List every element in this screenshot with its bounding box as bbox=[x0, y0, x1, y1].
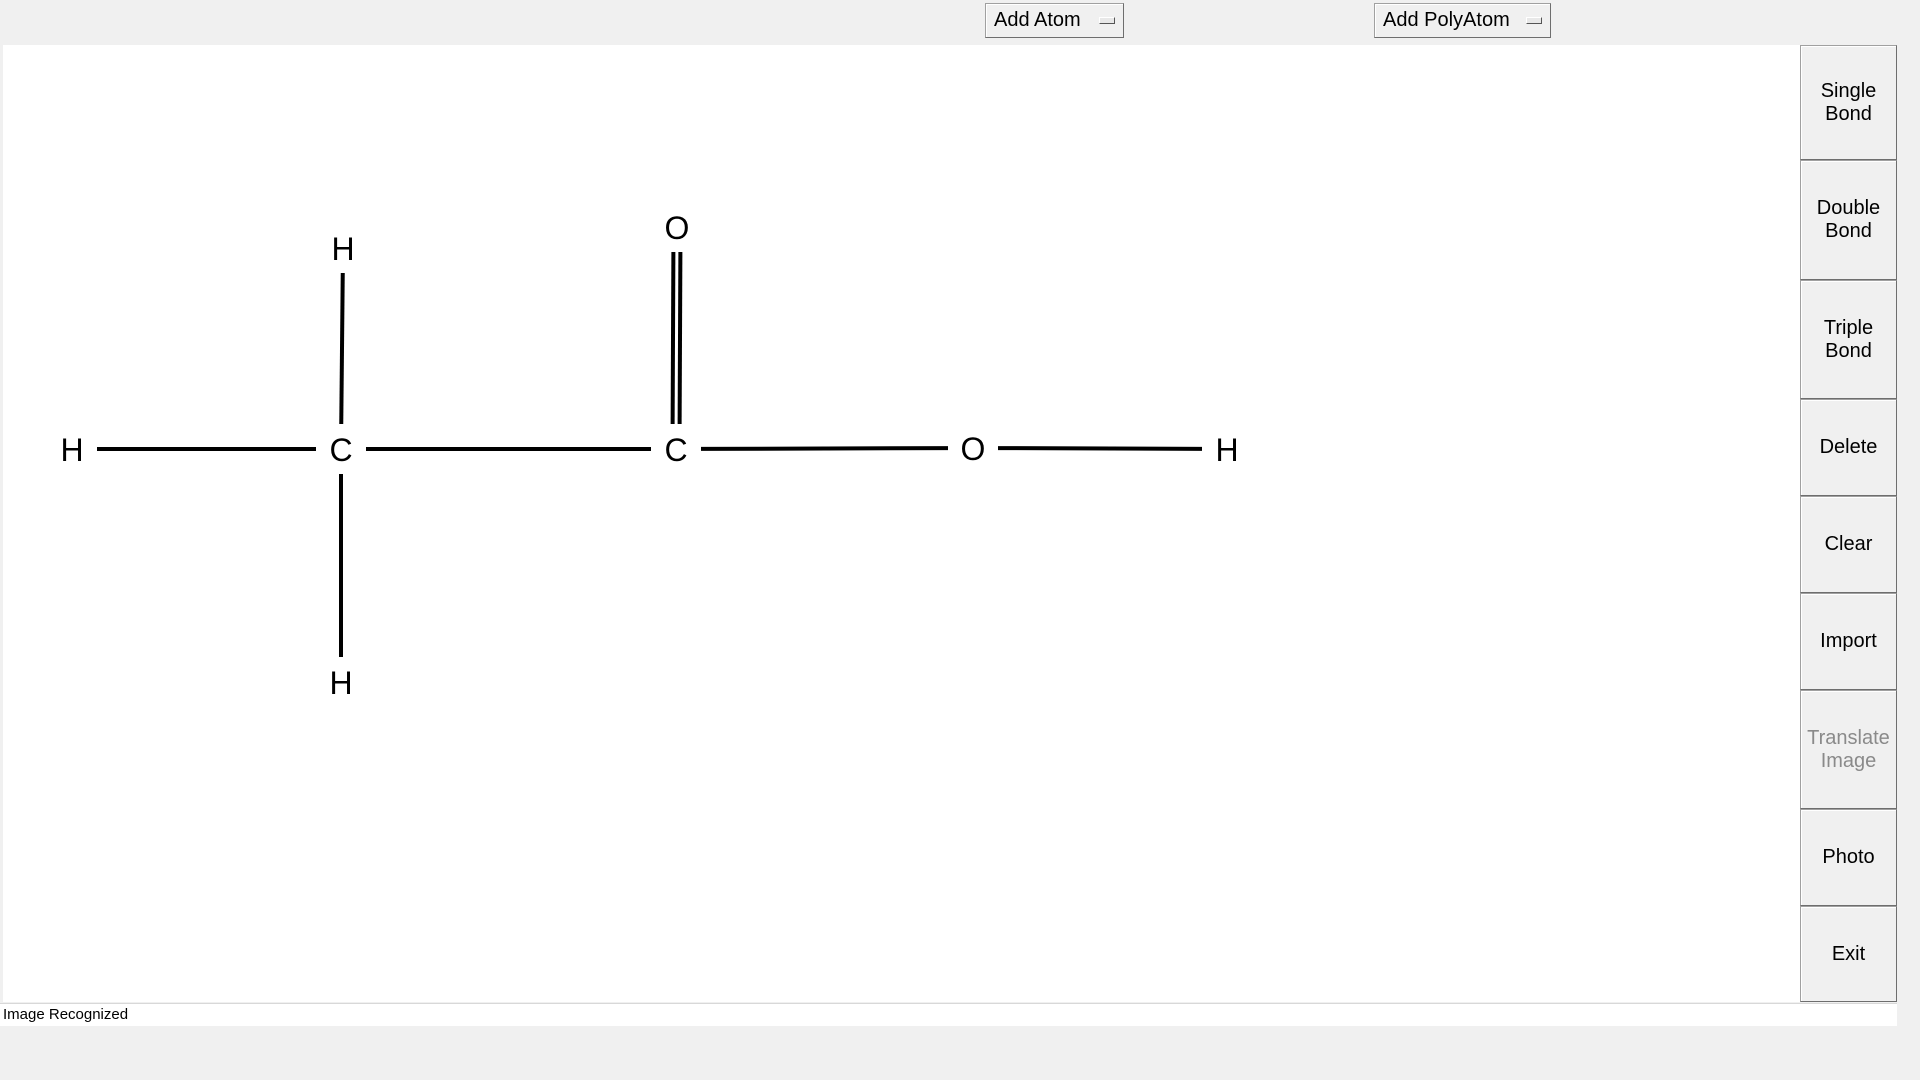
bond-o2-h4[interactable] bbox=[997, 446, 1203, 451]
atom-o1[interactable]: O bbox=[665, 210, 690, 246]
clear-button[interactable]: Clear bbox=[1800, 496, 1897, 593]
status-text: Image Recognized bbox=[3, 1006, 129, 1023]
atom-h3[interactable]: H bbox=[329, 665, 352, 701]
bond-c1-h2[interactable] bbox=[339, 272, 345, 425]
bond-line[interactable] bbox=[339, 272, 345, 425]
bond-line[interactable] bbox=[700, 446, 949, 451]
dropdown-indicator-icon bbox=[1526, 17, 1542, 24]
import-button[interactable]: Import bbox=[1800, 593, 1897, 690]
photo-button[interactable]: Photo bbox=[1800, 809, 1897, 906]
single-bond-button[interactable]: Single Bond bbox=[1800, 45, 1897, 160]
drawing-canvas[interactable]: H C H H C O O H bbox=[3, 45, 1800, 1002]
triple-bond-button[interactable]: Triple Bond bbox=[1800, 280, 1897, 399]
atom-c1[interactable]: C bbox=[329, 432, 352, 468]
atom-h2[interactable]: H bbox=[331, 231, 354, 267]
dropdown-indicator-icon bbox=[1099, 17, 1115, 24]
bond-c2-o1[interactable] bbox=[670, 251, 683, 425]
atom-h4[interactable]: H bbox=[1215, 432, 1238, 468]
molecule-drawing[interactable]: H C H H C O O H bbox=[3, 45, 1800, 1002]
status-bar: Image Recognized bbox=[0, 1003, 1897, 1026]
tool-sidebar: Single Bond Double Bond Triple Bond Dele… bbox=[1800, 45, 1897, 1002]
bond-line[interactable] bbox=[997, 446, 1203, 451]
bond-c2-o2[interactable] bbox=[700, 446, 949, 451]
delete-button[interactable]: Delete bbox=[1800, 399, 1897, 496]
exit-button[interactable]: Exit bbox=[1800, 906, 1897, 1002]
atom-h1[interactable]: H bbox=[60, 432, 83, 468]
add-polyatom-label: Add PolyAtom bbox=[1383, 9, 1510, 31]
add-atom-menubutton[interactable]: Add Atom bbox=[985, 3, 1124, 38]
add-polyatom-menubutton[interactable]: Add PolyAtom bbox=[1374, 3, 1551, 38]
bond-line[interactable] bbox=[670, 251, 676, 424]
molecule-editor-window: Add Atom Add PolyAtom H C H H C O O H Single Bo… bbox=[0, 0, 1920, 1080]
translate-image-button[interactable]: Translate Image bbox=[1800, 690, 1897, 809]
bond-line[interactable] bbox=[677, 252, 683, 425]
double-bond-button[interactable]: Double Bond bbox=[1800, 160, 1897, 280]
atom-o2[interactable]: O bbox=[961, 431, 986, 467]
add-atom-label: Add Atom bbox=[994, 9, 1081, 31]
atom-c2[interactable]: C bbox=[664, 432, 687, 468]
